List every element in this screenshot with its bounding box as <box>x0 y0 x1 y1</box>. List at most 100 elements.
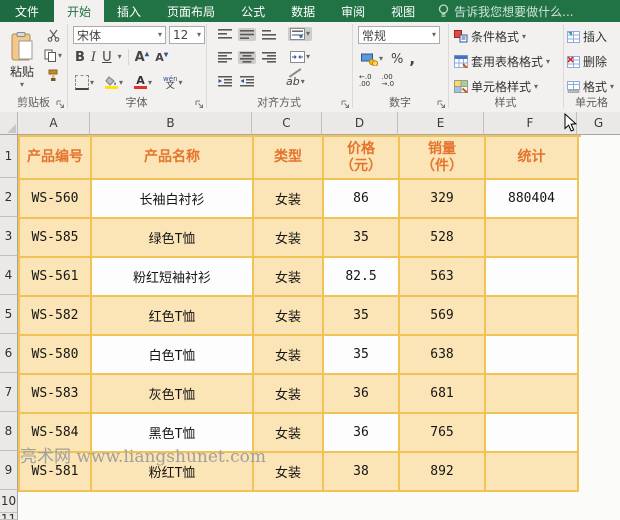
cell-D9[interactable]: 38 <box>324 453 400 492</box>
tab-insert[interactable]: 插入 <box>104 0 154 22</box>
decrease-decimal-button[interactable]: .00 →.0 <box>382 74 395 88</box>
phonetic-button[interactable]: wén 文 ▾ <box>161 75 184 91</box>
tab-file[interactable]: 文件 <box>0 0 54 22</box>
cell-D5[interactable]: 35 <box>324 297 400 336</box>
cell-E6[interactable]: 638 <box>400 336 486 375</box>
select-all-corner[interactable] <box>0 112 18 135</box>
decrease-indent-button[interactable] <box>216 75 234 88</box>
delete-cells-button[interactable]: 删除 <box>567 53 607 70</box>
row-header-1[interactable]: 1 <box>0 135 18 178</box>
underline-button[interactable]: U <box>102 50 112 65</box>
row-header-10[interactable]: 10 <box>0 490 18 513</box>
cell-C5[interactable]: 女装 <box>254 297 324 336</box>
cell-A4[interactable]: WS-561 <box>20 258 92 297</box>
tab-data[interactable]: 数据 <box>278 0 328 22</box>
wrap-text-button[interactable]: ▾ <box>288 27 312 41</box>
header-cell-D1[interactable]: 价格 （元） <box>324 137 400 180</box>
cell-E4[interactable]: 563 <box>400 258 486 297</box>
cell-A3[interactable]: WS-585 <box>20 219 92 258</box>
cell-E9[interactable]: 892 <box>400 453 486 492</box>
cell-A5[interactable]: WS-582 <box>20 297 92 336</box>
row-header-11[interactable]: 11 <box>0 513 18 520</box>
cell-C7[interactable]: 女装 <box>254 375 324 414</box>
cell-F9[interactable] <box>486 453 579 492</box>
align-middle-button[interactable] <box>238 28 256 41</box>
align-bottom-button[interactable] <box>260 28 278 41</box>
tab-home[interactable]: 开始 <box>54 0 104 22</box>
format-as-table-button[interactable]: 套用表格格式 ▾ <box>454 53 550 70</box>
cell-D7[interactable]: 36 <box>324 375 400 414</box>
cell-styles-button[interactable]: 单元格样式 ▾ <box>454 78 538 95</box>
underline-dropdown-arrow[interactable]: ▾ <box>118 53 122 61</box>
row-header-3[interactable]: 3 <box>0 217 18 256</box>
cell-B6[interactable]: 白色T恤 <box>92 336 254 375</box>
font-color-button[interactable]: A ▾ <box>132 75 154 90</box>
align-center-button[interactable] <box>238 51 256 64</box>
comma-style-button[interactable]: , <box>409 50 415 68</box>
percent-style-button[interactable]: % <box>391 52 403 67</box>
alignment-dialog-launcher[interactable] <box>341 100 350 109</box>
bold-button[interactable]: B <box>75 50 85 65</box>
column-header-B[interactable]: B <box>90 112 252 135</box>
row-header-7[interactable]: 7 <box>0 373 18 412</box>
increase-indent-button[interactable] <box>238 75 256 88</box>
tab-view[interactable]: 视图 <box>378 0 428 22</box>
cell-F7[interactable] <box>486 375 579 414</box>
header-cell-B1[interactable]: 产品名称 <box>92 137 254 180</box>
tab-review[interactable]: 审阅 <box>328 0 378 22</box>
fill-color-button[interactable]: ▾ <box>103 75 125 90</box>
font-size-select[interactable]: 12 ▾ <box>169 26 205 44</box>
cell-E5[interactable]: 569 <box>400 297 486 336</box>
cell-F2[interactable]: 880404 <box>486 180 579 219</box>
cell-B4[interactable]: 粉红短袖衬衫 <box>92 258 254 297</box>
copy-dropdown-arrow[interactable]: ▾ <box>58 52 62 60</box>
borders-button[interactable]: ▾ <box>73 74 96 91</box>
cell-D4[interactable]: 82.5 <box>324 258 400 297</box>
number-dialog-launcher[interactable] <box>437 100 446 109</box>
cell-D8[interactable]: 36 <box>324 414 400 453</box>
conditional-formatting-button[interactable]: 条件格式 ▾ <box>454 28 526 45</box>
header-cell-F1[interactable]: 统计 <box>486 137 579 180</box>
number-format-select[interactable]: 常规 ▾ <box>358 26 440 44</box>
column-header-A[interactable]: A <box>18 112 90 135</box>
cell-D2[interactable]: 86 <box>324 180 400 219</box>
header-cell-C1[interactable]: 类型 <box>254 137 324 180</box>
align-right-button[interactable] <box>260 51 278 64</box>
cell-D6[interactable]: 35 <box>324 336 400 375</box>
clipboard-dialog-launcher[interactable] <box>56 100 65 109</box>
cell-A6[interactable]: WS-580 <box>20 336 92 375</box>
column-header-C[interactable]: C <box>252 112 322 135</box>
format-cells-button[interactable]: 格式 ▾ <box>567 78 614 95</box>
cell-C6[interactable]: 女装 <box>254 336 324 375</box>
row-header-2[interactable]: 2 <box>0 178 18 217</box>
cell-F5[interactable] <box>486 297 579 336</box>
font-name-select[interactable]: 宋体 ▾ <box>73 26 166 44</box>
orientation-button[interactable]: ab ▾ <box>284 74 307 89</box>
tab-formulas[interactable]: 公式 <box>228 0 278 22</box>
cell-C4[interactable]: 女装 <box>254 258 324 297</box>
cell-C2[interactable]: 女装 <box>254 180 324 219</box>
row-header-5[interactable]: 5 <box>0 295 18 334</box>
cell-E3[interactable]: 528 <box>400 219 486 258</box>
shrink-font-button[interactable]: A▼ <box>155 51 168 64</box>
increase-decimal-button[interactable]: ←.0 .00 <box>359 74 372 88</box>
tell-me-box[interactable]: 告诉我您想要做什么... <box>438 0 573 22</box>
column-header-G[interactable]: G <box>577 112 620 135</box>
italic-button[interactable]: I <box>91 50 96 65</box>
copy-button[interactable]: ▾ <box>40 46 66 65</box>
align-left-button[interactable] <box>216 51 234 64</box>
accounting-format-button[interactable]: ▾ <box>359 52 385 67</box>
grow-font-button[interactable]: A▲ <box>135 50 150 65</box>
cell-B5[interactable]: 红色T恤 <box>92 297 254 336</box>
paste-dropdown-arrow[interactable]: ▾ <box>20 81 24 89</box>
column-header-D[interactable]: D <box>322 112 398 135</box>
font-dialog-launcher[interactable] <box>195 100 204 109</box>
merge-center-button[interactable]: ▾ <box>288 50 312 64</box>
cell-E2[interactable]: 329 <box>400 180 486 219</box>
cell-E8[interactable]: 765 <box>400 414 486 453</box>
align-top-button[interactable] <box>216 28 234 41</box>
tab-page-layout[interactable]: 页面布局 <box>154 0 228 22</box>
cell-E7[interactable]: 681 <box>400 375 486 414</box>
cell-A2[interactable]: WS-560 <box>20 180 92 219</box>
row-header-6[interactable]: 6 <box>0 334 18 373</box>
